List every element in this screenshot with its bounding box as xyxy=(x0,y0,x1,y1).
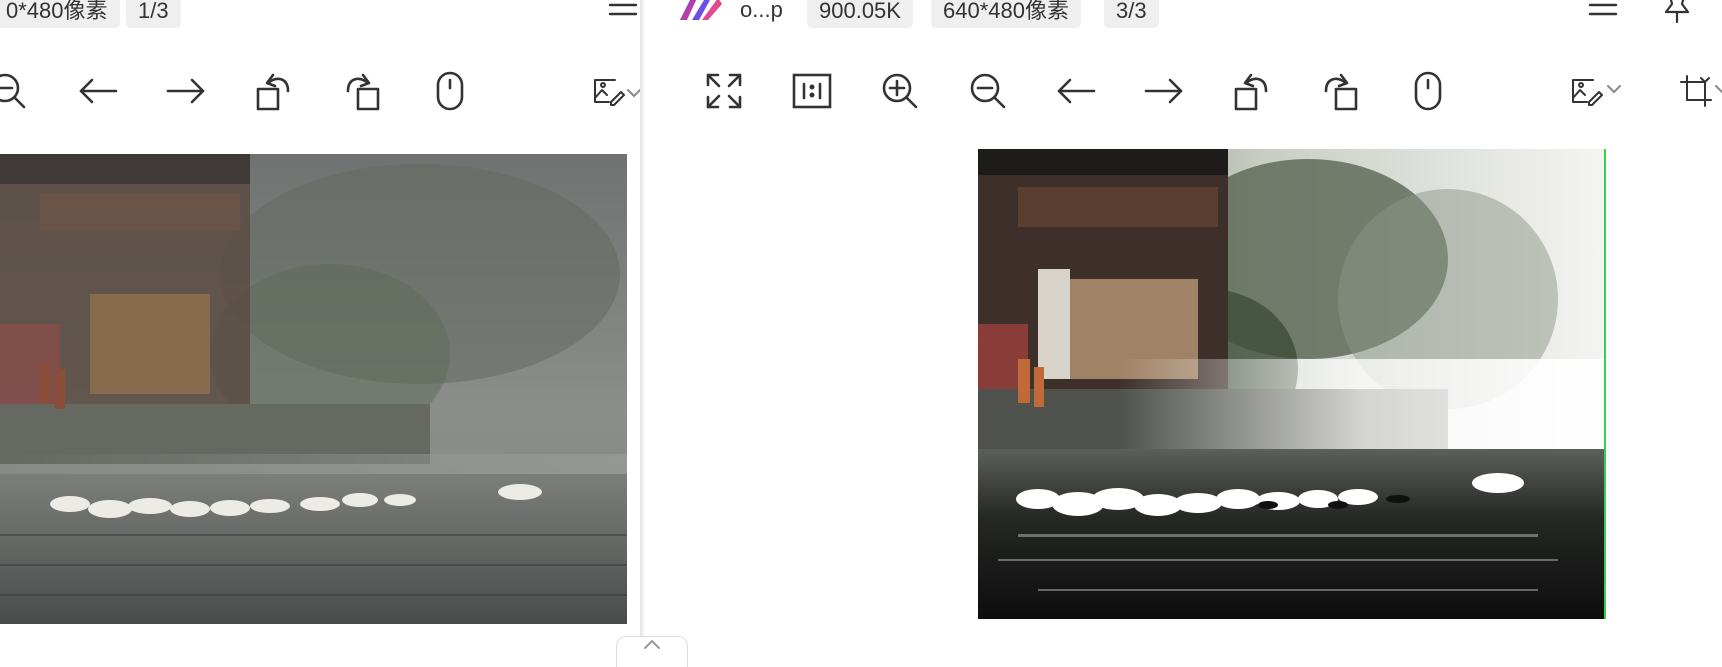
mouse-mode-button[interactable] xyxy=(1406,69,1450,113)
rotate-left-button[interactable] xyxy=(1230,69,1274,113)
rotate-right-button[interactable] xyxy=(340,69,384,113)
file-size-chip: 900.05K xyxy=(807,0,913,28)
rotate-left-button[interactable] xyxy=(252,69,296,113)
zoom-out-button[interactable] xyxy=(0,69,30,113)
file-name: o...p xyxy=(740,0,783,22)
actual-size-button[interactable] xyxy=(790,69,834,113)
image-edit-button[interactable] xyxy=(1564,69,1608,113)
left-image-viewer: 0*480像素 1/3 xyxy=(0,0,640,652)
chevron-up-icon xyxy=(644,639,660,649)
dimensions-chip: 640*480像素 xyxy=(931,0,1081,28)
left-image-preview xyxy=(0,154,627,624)
image-edit-dropdown-icon[interactable] xyxy=(626,88,640,98)
right-image-preview xyxy=(978,149,1606,619)
previous-image-button[interactable] xyxy=(1054,69,1098,113)
zoom-out-button[interactable] xyxy=(966,69,1010,113)
pin-icon[interactable] xyxy=(1660,0,1694,26)
dimensions-chip: 0*480像素 xyxy=(0,0,120,28)
page-indicator-chip: 1/3 xyxy=(126,0,181,28)
rotate-right-button[interactable] xyxy=(1318,69,1362,113)
crop-dropdown-icon[interactable] xyxy=(1714,84,1722,94)
fullscreen-button[interactable] xyxy=(702,69,746,113)
previous-image-button[interactable] xyxy=(76,69,120,113)
mouse-mode-button[interactable] xyxy=(428,69,472,113)
zoom-in-button[interactable] xyxy=(878,69,922,113)
menu-icon[interactable] xyxy=(1586,0,1620,26)
crop-button[interactable] xyxy=(1674,69,1718,113)
menu-icon[interactable] xyxy=(606,0,640,26)
right-image-viewer: o...p 900.05K 640*480像素 3/3 xyxy=(644,0,1722,652)
image-edit-button[interactable] xyxy=(586,69,630,113)
next-image-button[interactable] xyxy=(1142,69,1186,113)
app-logo-icon xyxy=(678,0,722,22)
next-image-button[interactable] xyxy=(164,69,208,113)
page-indicator-chip: 3/3 xyxy=(1104,0,1159,28)
image-edit-dropdown-icon[interactable] xyxy=(1606,84,1622,94)
